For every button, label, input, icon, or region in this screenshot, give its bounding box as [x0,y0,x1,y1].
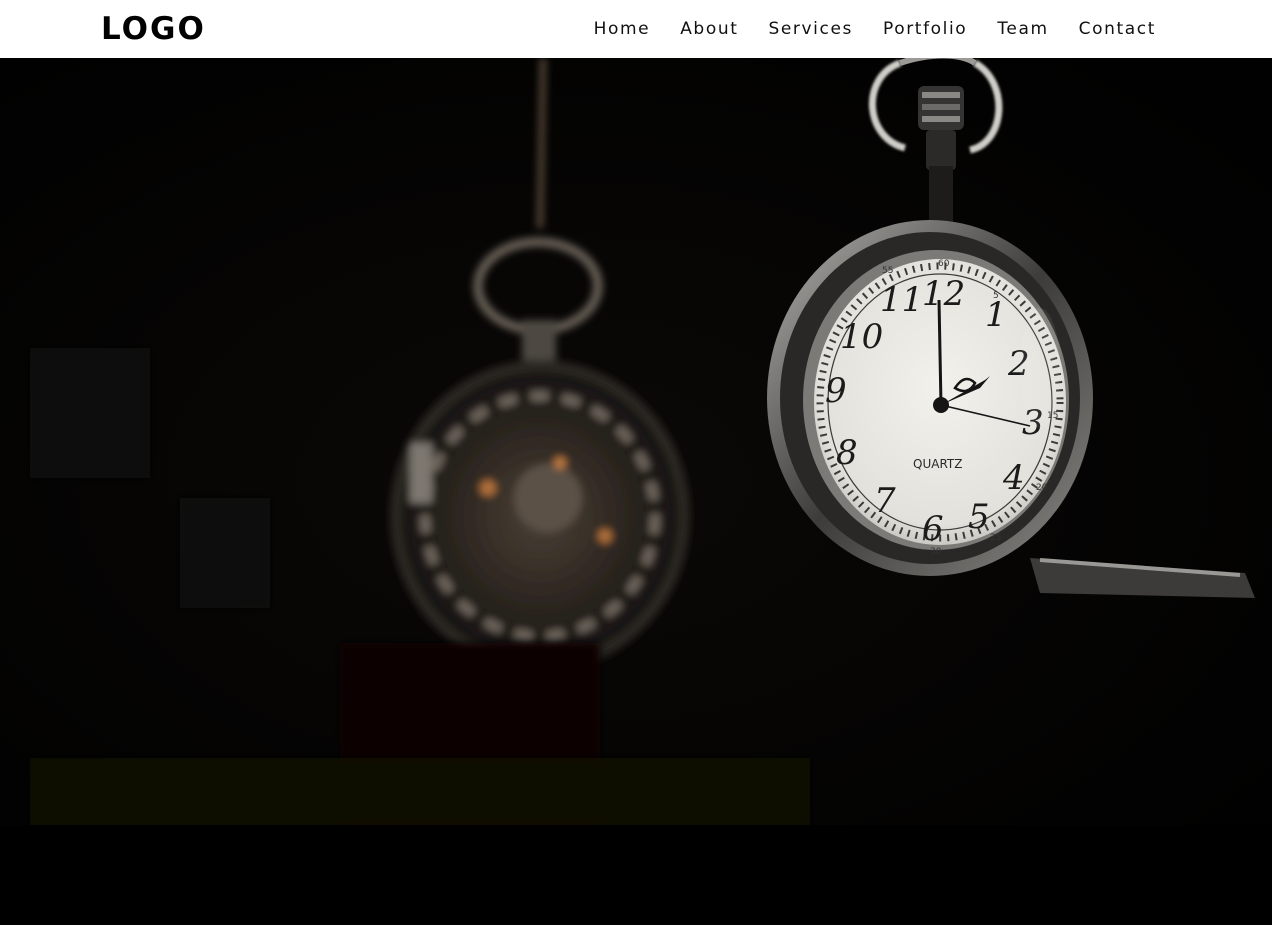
navbar: LOGO Home About Services Portfolio Team … [0,0,1272,58]
nav-link-team[interactable]: Team [997,17,1048,41]
numeral-5: 5 [968,497,990,537]
numeral-1: 1 [985,295,1007,335]
watch-mark-20: 20 [1036,483,1048,493]
numeral-12: 12 [922,274,965,314]
numeral-10: 10 [840,317,883,357]
numeral-4: 4 [1002,458,1025,498]
numeral-6: 6 [922,509,944,549]
nav-link-portfolio[interactable]: Portfolio [883,17,967,41]
site-logo[interactable]: LOGO [101,9,206,49]
watch-mark-25: 25 [990,533,1001,543]
nav-link-home[interactable]: Home [594,17,651,41]
numeral-8: 8 [836,433,858,473]
watch-brand: QUARTZ [913,457,962,471]
watch-mark-60: 60 [938,259,950,269]
nav-link-services[interactable]: Services [768,17,853,41]
nav-link-about[interactable]: About [680,17,738,41]
hero-section: 55 60 5 15 20 25 30 12 1 2 3 4 5 6 7 8 9… [0,58,1272,825]
minute-hand [937,299,943,406]
dark-band [0,825,1272,925]
watch-mark-55: 55 [882,266,893,276]
nav-link-contact[interactable]: Contact [1079,17,1156,41]
numeral-11: 11 [880,280,923,320]
numeral-7: 7 [874,481,896,521]
main-nav: Home About Services Portfolio Team Conta… [594,17,1156,41]
numeral-9: 9 [825,371,847,411]
hero-image: 55 60 5 15 20 25 30 12 1 2 3 4 5 6 7 8 9… [0,58,1272,825]
